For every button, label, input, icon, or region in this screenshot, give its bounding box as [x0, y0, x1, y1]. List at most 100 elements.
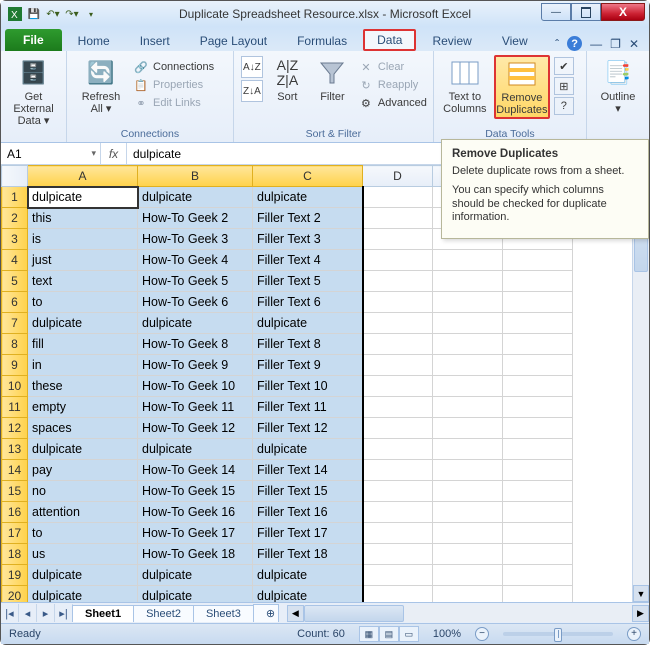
- consolidate-icon[interactable]: ⊞: [554, 77, 574, 95]
- fx-icon[interactable]: fx: [101, 143, 127, 164]
- close-button[interactable]: X: [601, 3, 645, 21]
- cell[interactable]: [433, 376, 503, 397]
- cell[interactable]: How-To Geek 6: [138, 292, 253, 313]
- cell[interactable]: Filler Text 3: [253, 229, 363, 250]
- sheet-nav-first-icon[interactable]: |◂: [1, 604, 19, 622]
- cell[interactable]: empty: [28, 397, 138, 418]
- mdi-restore-icon[interactable]: ❐: [610, 37, 621, 51]
- cell[interactable]: [363, 502, 433, 523]
- cell[interactable]: dulpicate: [28, 586, 138, 603]
- cell[interactable]: dulpicate: [138, 313, 253, 334]
- maximize-button[interactable]: [571, 3, 601, 21]
- cell[interactable]: How-To Geek 17: [138, 523, 253, 544]
- cell[interactable]: dulpicate: [28, 313, 138, 334]
- cell[interactable]: [503, 397, 573, 418]
- row-header[interactable]: 16: [2, 502, 28, 523]
- advanced-button[interactable]: ⚙Advanced: [358, 95, 427, 111]
- row-header[interactable]: 13: [2, 439, 28, 460]
- tab-review[interactable]: Review: [418, 30, 485, 51]
- sheet-nav-last-icon[interactable]: ▸|: [55, 604, 73, 622]
- row-header[interactable]: 3: [2, 229, 28, 250]
- cell[interactable]: dulpicate: [253, 187, 363, 208]
- cell[interactable]: [363, 439, 433, 460]
- view-normal-icon[interactable]: ▦: [359, 626, 379, 642]
- cell[interactable]: Filler Text 14: [253, 460, 363, 481]
- row-header[interactable]: 11: [2, 397, 28, 418]
- data-validation-icon[interactable]: ✔: [554, 57, 574, 75]
- cell[interactable]: [433, 460, 503, 481]
- help-icon[interactable]: ?: [567, 36, 582, 51]
- clear-button[interactable]: ✕Clear: [358, 59, 427, 75]
- cell[interactable]: [363, 208, 433, 229]
- row-header[interactable]: 18: [2, 544, 28, 565]
- cell[interactable]: [433, 271, 503, 292]
- cell[interactable]: Filler Text 8: [253, 334, 363, 355]
- sheet-nav-prev-icon[interactable]: ◂: [19, 604, 37, 622]
- tab-view[interactable]: View: [488, 30, 542, 51]
- cell[interactable]: dulpicate: [28, 187, 138, 208]
- cell[interactable]: no: [28, 481, 138, 502]
- scroll-down-icon[interactable]: ▼: [633, 585, 649, 602]
- row-header[interactable]: 15: [2, 481, 28, 502]
- cell[interactable]: to: [28, 292, 138, 313]
- cell[interactable]: Filler Text 5: [253, 271, 363, 292]
- cell[interactable]: [433, 586, 503, 603]
- cell[interactable]: Filler Text 15: [253, 481, 363, 502]
- cell[interactable]: [363, 418, 433, 439]
- cell[interactable]: How-To Geek 14: [138, 460, 253, 481]
- row-header[interactable]: 5: [2, 271, 28, 292]
- row-header[interactable]: 8: [2, 334, 28, 355]
- cell[interactable]: dulpicate: [253, 439, 363, 460]
- ribbon-minimize-icon[interactable]: ˆ: [555, 37, 559, 51]
- sheet-tab-new[interactable]: ⊕: [253, 604, 279, 622]
- get-external-data-button[interactable]: 🗄️Get External Data ▾: [7, 55, 60, 127]
- zoom-slider[interactable]: [503, 632, 613, 636]
- sort-za-button[interactable]: Z↓A: [241, 80, 263, 102]
- cell[interactable]: How-To Geek 5: [138, 271, 253, 292]
- connections-button[interactable]: 🔗Connections: [133, 59, 214, 75]
- cell[interactable]: Filler Text 2: [253, 208, 363, 229]
- cell[interactable]: dulpicate: [253, 586, 363, 603]
- cell[interactable]: [433, 397, 503, 418]
- col-header-A[interactable]: A: [28, 166, 138, 187]
- cell[interactable]: [503, 313, 573, 334]
- cell[interactable]: How-To Geek 18: [138, 544, 253, 565]
- whatif-icon[interactable]: ?: [554, 97, 574, 115]
- cell[interactable]: Filler Text 4: [253, 250, 363, 271]
- cell[interactable]: [503, 565, 573, 586]
- outline-button[interactable]: 📑Outline ▾: [593, 55, 643, 115]
- cell[interactable]: just: [28, 250, 138, 271]
- cell[interactable]: this: [28, 208, 138, 229]
- cell[interactable]: Filler Text 16: [253, 502, 363, 523]
- cell[interactable]: How-To Geek 16: [138, 502, 253, 523]
- cell[interactable]: [503, 334, 573, 355]
- cell[interactable]: [503, 250, 573, 271]
- cell[interactable]: fill: [28, 334, 138, 355]
- cell[interactable]: Filler Text 6: [253, 292, 363, 313]
- cell[interactable]: Filler Text 10: [253, 376, 363, 397]
- cell[interactable]: dulpicate: [138, 439, 253, 460]
- row-header[interactable]: 12: [2, 418, 28, 439]
- cell[interactable]: How-To Geek 8: [138, 334, 253, 355]
- col-header-C[interactable]: C: [253, 166, 363, 187]
- cell[interactable]: [433, 502, 503, 523]
- mdi-minimize-icon[interactable]: —: [590, 37, 602, 51]
- cell[interactable]: [433, 565, 503, 586]
- cell[interactable]: [363, 250, 433, 271]
- cell[interactable]: Filler Text 12: [253, 418, 363, 439]
- col-header-B[interactable]: B: [138, 166, 253, 187]
- cell[interactable]: [363, 481, 433, 502]
- row-header[interactable]: 4: [2, 250, 28, 271]
- cell[interactable]: How-To Geek 9: [138, 355, 253, 376]
- row-header[interactable]: 6: [2, 292, 28, 313]
- redo-icon[interactable]: ↷▾: [64, 6, 80, 22]
- cell[interactable]: [433, 250, 503, 271]
- cell[interactable]: [433, 355, 503, 376]
- cell[interactable]: [363, 460, 433, 481]
- cell[interactable]: dulpicate: [138, 187, 253, 208]
- cell[interactable]: [433, 523, 503, 544]
- filter-button[interactable]: Filter: [311, 55, 354, 103]
- cell[interactable]: [433, 334, 503, 355]
- tab-insert[interactable]: Insert: [126, 30, 184, 51]
- row-header[interactable]: 19: [2, 565, 28, 586]
